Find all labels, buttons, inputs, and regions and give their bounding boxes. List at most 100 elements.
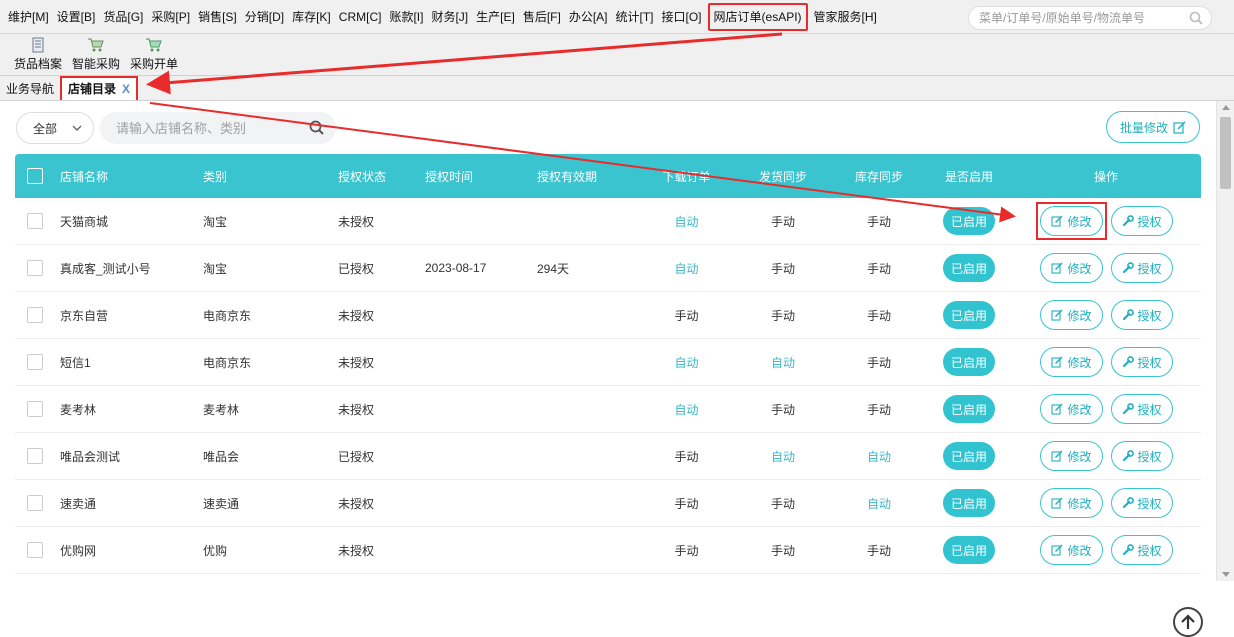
shop-category: 电商京东 (203, 355, 252, 370)
row-checkbox[interactable] (27, 495, 43, 511)
enabled-badge[interactable]: 已启用 (943, 348, 995, 376)
vertical-scrollbar[interactable] (1216, 101, 1234, 581)
category-filter-select[interactable]: 全部 (16, 112, 94, 144)
edit-button[interactable]: 修改 (1040, 394, 1103, 424)
back-to-top-button[interactable] (1173, 607, 1203, 637)
shop-name: 唯品会测试 (60, 449, 121, 464)
toolbar: 货品档案 智能采购 采购开单 (0, 34, 1234, 76)
edit-button-wrapper: 修改 (1036, 249, 1106, 287)
download-orders-mode: 自动 (674, 355, 699, 370)
tool-goods-archive[interactable]: 货品档案 (14, 34, 62, 72)
row-checkbox[interactable] (27, 448, 43, 464)
stock-sync-mode: 自动 (866, 496, 891, 511)
auth-status: 未授权 (338, 355, 375, 370)
row-checkbox[interactable] (27, 354, 43, 370)
menu-item[interactable]: 库存[K] (288, 0, 335, 34)
menu-item[interactable]: 管家服务[H] (810, 0, 881, 34)
enabled-badge[interactable]: 已启用 (943, 207, 995, 235)
column-header: 是否启用 (944, 169, 993, 184)
wrench-icon (1122, 215, 1134, 227)
search-icon[interactable] (1189, 11, 1203, 25)
edit-button[interactable]: 修改 (1040, 535, 1103, 565)
menu-item[interactable]: 账款[I] (385, 0, 427, 34)
auth-status: 已授权 (338, 261, 375, 276)
enabled-badge[interactable]: 已启用 (943, 536, 995, 564)
download-orders-mode: 自动 (674, 214, 699, 229)
search-icon[interactable] (309, 120, 324, 135)
tab-business-nav[interactable]: 业务导航 (0, 78, 60, 100)
edit-button[interactable]: 修改 (1040, 300, 1103, 330)
row-checkbox[interactable] (27, 542, 43, 558)
authorize-label: 授权 (1137, 261, 1162, 276)
download-orders-mode: 自动 (674, 261, 699, 276)
close-icon[interactable]: X (122, 78, 130, 100)
edit-button-wrapper: 修改 (1036, 343, 1106, 381)
row-checkbox[interactable] (27, 401, 43, 417)
menu-item[interactable]: 财务[J] (427, 0, 472, 34)
table-row: 速卖通 速卖通 未授权 手动 手动 自动 已启用 修改 授权 (15, 480, 1201, 527)
menu-item[interactable]: 销售[S] (194, 0, 241, 34)
enabled-badge[interactable]: 已启用 (943, 301, 995, 329)
authorize-button[interactable]: 授权 (1110, 347, 1173, 377)
authorize-button[interactable]: 授权 (1110, 253, 1173, 283)
edit-button-wrapper: 修改 (1036, 531, 1106, 569)
menu-item[interactable]: 维护[M] (4, 0, 53, 34)
menu-item[interactable]: 采购[P] (147, 0, 194, 34)
tab-shop-directory[interactable]: 店铺目录 X (60, 76, 139, 100)
enabled-badge[interactable]: 已启用 (943, 395, 995, 423)
global-search-input[interactable] (979, 11, 1179, 25)
menu-item[interactable]: 办公[A] (565, 0, 612, 34)
shop-search-input[interactable] (116, 120, 306, 136)
tool-label: 智能采购 (72, 57, 121, 71)
menu-item[interactable]: 设置[B] (53, 0, 100, 34)
edit-button[interactable]: 修改 (1040, 441, 1103, 471)
table-body: 天猫商城 淘宝 未授权 自动 手动 手动 已启用 修改 授权 真成客_测试小号 淘宝 已授权 2023-… (15, 198, 1201, 574)
menu-item[interactable]: 接口[O] (658, 0, 706, 34)
edit-icon (1051, 497, 1063, 509)
edit-icon (1051, 544, 1063, 556)
wrench-icon (1122, 544, 1134, 556)
row-checkbox[interactable] (27, 307, 43, 323)
enabled-badge[interactable]: 已启用 (943, 442, 995, 470)
menu-item[interactable]: 统计[T] (612, 0, 658, 34)
edit-label: 修改 (1067, 214, 1092, 229)
scroll-down-arrow[interactable] (1222, 572, 1230, 577)
authorize-button[interactable]: 授权 (1110, 441, 1173, 471)
tool-smart-purchase[interactable]: 智能采购 (72, 34, 120, 72)
enabled-badge[interactable]: 已启用 (943, 489, 995, 517)
edit-button[interactable]: 修改 (1040, 488, 1103, 518)
authorize-label: 授权 (1137, 402, 1162, 417)
edit-button-wrapper: 修改 (1036, 296, 1106, 334)
edit-button[interactable]: 修改 (1040, 347, 1103, 377)
enabled-badge[interactable]: 已启用 (943, 254, 995, 282)
scroll-thumb[interactable] (1220, 117, 1231, 189)
cart-icon (146, 38, 162, 52)
batch-edit-button[interactable]: 批量修改 (1106, 111, 1200, 143)
scroll-up-arrow[interactable] (1222, 105, 1230, 110)
menu-item[interactable]: 货品[G] (99, 0, 147, 34)
menu-item[interactable]: 售后[F] (519, 0, 565, 34)
edit-icon (1051, 215, 1063, 227)
authorize-button[interactable]: 授权 (1110, 394, 1173, 424)
select-all-checkbox[interactable] (27, 168, 43, 184)
edit-button-wrapper: 修改 (1036, 390, 1106, 428)
edit-button[interactable]: 修改 (1040, 253, 1103, 283)
row-checkbox[interactable] (27, 260, 43, 276)
edit-button[interactable]: 修改 (1040, 206, 1103, 236)
shop-name: 京东自营 (60, 308, 109, 323)
global-search[interactable] (968, 6, 1212, 30)
menu-item[interactable]: CRM[C] (335, 0, 386, 34)
authorize-button[interactable]: 授权 (1110, 488, 1173, 518)
authorize-button[interactable]: 授权 (1110, 535, 1173, 565)
filter-select-value: 全部 (33, 121, 58, 136)
menu-item[interactable]: 分销[D] (241, 0, 288, 34)
menu-item[interactable]: 生产[E] (472, 0, 519, 34)
menu-item[interactable]: 网店订单(esAPI) (707, 2, 808, 31)
tool-purchase-order[interactable]: 采购开单 (130, 34, 178, 72)
authorize-button[interactable]: 授权 (1110, 300, 1173, 330)
authorize-button[interactable]: 授权 (1110, 206, 1173, 236)
shop-name: 麦考林 (60, 402, 97, 417)
shop-search[interactable] (100, 112, 336, 144)
row-checkbox[interactable] (27, 213, 43, 229)
ship-sync-mode: 手动 (770, 308, 795, 323)
